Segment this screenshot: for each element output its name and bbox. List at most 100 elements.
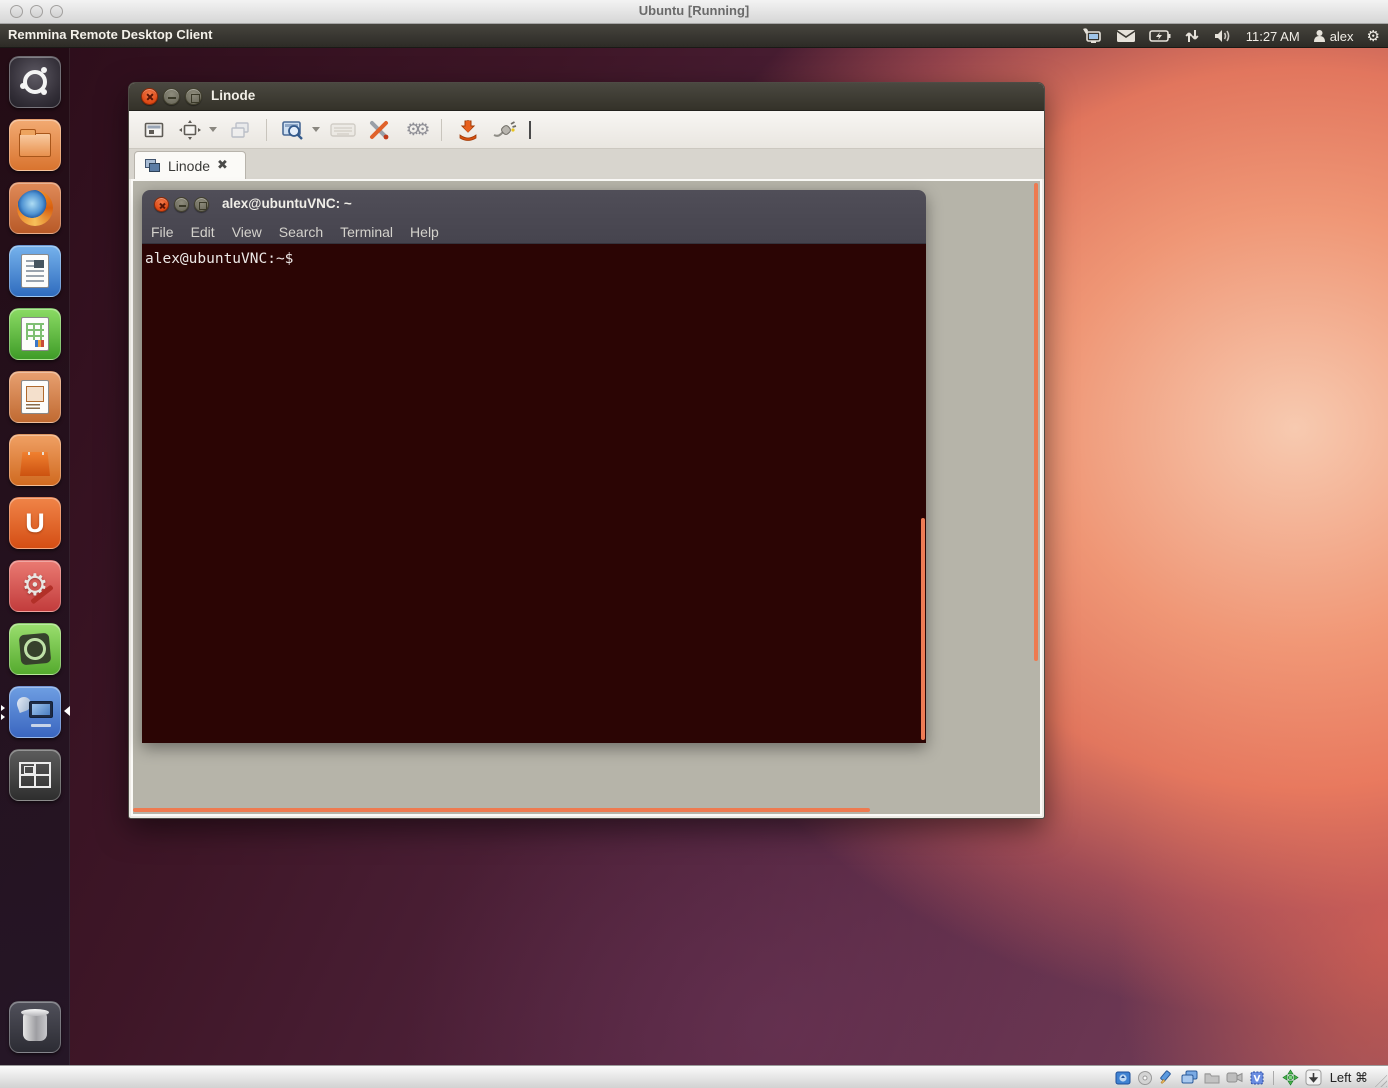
- launcher-item-files[interactable]: [9, 119, 61, 171]
- network-arrows-icon[interactable]: [1184, 28, 1200, 44]
- fullscreen-icon[interactable]: [141, 117, 167, 143]
- statusbar-separator: [1273, 1071, 1274, 1085]
- menu-edit[interactable]: Edit: [191, 224, 215, 240]
- impress-presentation-icon: [21, 380, 49, 414]
- folder-icon: [19, 133, 51, 157]
- remmina-running-pips: [1, 705, 5, 720]
- disconnect-icon[interactable]: [491, 117, 517, 143]
- preferences-icon[interactable]: [366, 117, 392, 143]
- gears-glyph: ⚙⚙: [406, 120, 424, 140]
- screenshot-icon[interactable]: [455, 117, 481, 143]
- panel-user-menu[interactable]: alex: [1313, 29, 1354, 44]
- launcher-item-dash-home[interactable]: [9, 56, 61, 108]
- fit-window-icon[interactable]: [177, 117, 203, 143]
- terminal-maximize-button[interactable]: [194, 197, 209, 212]
- terminal-prompt: alex@ubuntuVNC:~$: [145, 251, 293, 267]
- mail-icon[interactable]: [1116, 29, 1136, 43]
- ubuntu-one-icon: U: [25, 508, 45, 539]
- panel-app-title: Remmina Remote Desktop Client: [8, 27, 212, 42]
- launcher-item-software-updater[interactable]: [9, 623, 61, 675]
- tab-linode[interactable]: Linode ✖: [134, 151, 246, 179]
- scaled-view-dropdown-icon[interactable]: [312, 127, 320, 132]
- minimize-button[interactable]: [163, 88, 180, 105]
- toolbar-text-cursor: [529, 121, 531, 139]
- user-icon: [1313, 29, 1326, 43]
- menu-search[interactable]: Search: [279, 224, 323, 240]
- viewport-vertical-scrollbar[interactable]: [1034, 183, 1038, 661]
- terminal-titlebar[interactable]: alex@ubuntuVNC: ~ File Edit View Search …: [142, 190, 926, 244]
- volume-icon[interactable]: [1213, 28, 1233, 44]
- toolbar-separator: [266, 119, 267, 141]
- shared-folder-icon[interactable]: [1204, 1071, 1220, 1085]
- tools-icon[interactable]: ⚙⚙: [402, 117, 428, 143]
- remmina-icon: [17, 695, 53, 729]
- terminal-body[interactable]: alex@ubuntuVNC:~$: [142, 244, 926, 743]
- hostkey-label: Left ⌘: [1328, 1070, 1368, 1086]
- pencil-icon[interactable]: [1159, 1070, 1175, 1086]
- remmina-window: Linode: [128, 82, 1045, 819]
- keyboard-grab-icon[interactable]: [330, 117, 356, 143]
- updater-icon: [19, 633, 52, 666]
- launcher-item-libreoffice-writer[interactable]: [9, 245, 61, 297]
- viewport-horizontal-scrollbar[interactable]: [133, 808, 870, 812]
- resize-grip[interactable]: [1373, 1073, 1387, 1087]
- mouse-integration-icon[interactable]: [1282, 1069, 1299, 1086]
- trash-icon: [23, 1013, 47, 1041]
- virtualbox-screen: Ubuntu [Running] Remmina Remote Desktop …: [0, 0, 1388, 1088]
- launcher-item-workspace-switcher[interactable]: [9, 749, 61, 801]
- remmina-titlebar[interactable]: Linode: [129, 83, 1044, 111]
- terminal-minimize-button[interactable]: [174, 197, 189, 212]
- launcher-item-libreoffice-calc[interactable]: [9, 308, 61, 360]
- terminal-close-button[interactable]: [154, 197, 169, 212]
- terminal-scrollbar[interactable]: [921, 518, 925, 740]
- maximize-button[interactable]: [185, 88, 202, 105]
- close-button[interactable]: [141, 88, 158, 105]
- terminal-menubar: File Edit View Search Terminal Help: [142, 220, 439, 244]
- fit-window-dropdown-icon[interactable]: [209, 127, 217, 132]
- panel-clock[interactable]: 11:27 AM: [1246, 29, 1300, 44]
- battery-icon[interactable]: [1149, 30, 1171, 42]
- panel-username: alex: [1330, 29, 1354, 44]
- unity-launcher: U ⚙: [0, 48, 70, 1065]
- remmina-window-title: Linode: [211, 88, 255, 103]
- remote-desktop-viewport[interactable]: alex@ubuntuVNC: ~ File Edit View Search …: [131, 179, 1042, 816]
- launcher-item-firefox[interactable]: [9, 182, 61, 234]
- duplicate-connection-icon[interactable]: [227, 117, 253, 143]
- video-capture-icon[interactable]: [1226, 1071, 1243, 1084]
- ubuntu-top-panel: Remmina Remote Desktop Client 11:27 AM: [0, 24, 1388, 48]
- scaled-view-icon[interactable]: [280, 117, 306, 143]
- launcher-item-system-settings[interactable]: ⚙: [9, 560, 61, 612]
- display-icon[interactable]: [1181, 1070, 1198, 1085]
- terminal-window: alex@ubuntuVNC: ~ File Edit View Search …: [142, 190, 926, 743]
- tab-label: Linode: [168, 158, 210, 174]
- workspace-grid-icon: [19, 762, 51, 788]
- virtualization-chip-icon[interactable]: V: [1249, 1070, 1265, 1086]
- svg-text:V: V: [1253, 1074, 1260, 1084]
- launcher-item-libreoffice-impress[interactable]: [9, 371, 61, 423]
- virtualbox-statusbar: V Left ⌘: [0, 1065, 1388, 1088]
- remmina-tabbar: Linode ✖: [129, 149, 1044, 179]
- launcher-item-remmina[interactable]: [9, 686, 61, 738]
- ubuntu-logo-icon: [23, 70, 47, 94]
- remote-desktop-indicator-icon[interactable]: [1081, 28, 1103, 44]
- launcher-item-trash[interactable]: [9, 1001, 61, 1053]
- menu-help[interactable]: Help: [410, 224, 439, 240]
- session-gear-icon[interactable]: ⚙: [1367, 29, 1380, 44]
- launcher-item-ubuntu-one[interactable]: U: [9, 497, 61, 549]
- launcher-item-software-center[interactable]: [9, 434, 61, 486]
- keyboard-capture-icon[interactable]: [1305, 1069, 1322, 1086]
- macos-titlebar: Ubuntu [Running]: [0, 0, 1388, 24]
- toolbar-separator: [441, 119, 442, 141]
- writer-document-icon: [21, 254, 49, 288]
- harddisk-icon[interactable]: [1115, 1070, 1131, 1086]
- shopping-bag-icon: [20, 452, 50, 476]
- menu-file[interactable]: File: [151, 224, 174, 240]
- tab-close-icon[interactable]: ✖: [217, 158, 228, 173]
- terminal-window-title: alex@ubuntuVNC: ~: [222, 196, 352, 211]
- menu-view[interactable]: View: [232, 224, 262, 240]
- panel-tray: 11:27 AM alex ⚙: [1081, 24, 1380, 48]
- cd-icon[interactable]: [1137, 1070, 1153, 1086]
- menu-terminal[interactable]: Terminal: [340, 224, 393, 240]
- desktop-wallpaper: U ⚙: [0, 48, 1388, 1065]
- remmina-focused-arrow: [64, 706, 70, 716]
